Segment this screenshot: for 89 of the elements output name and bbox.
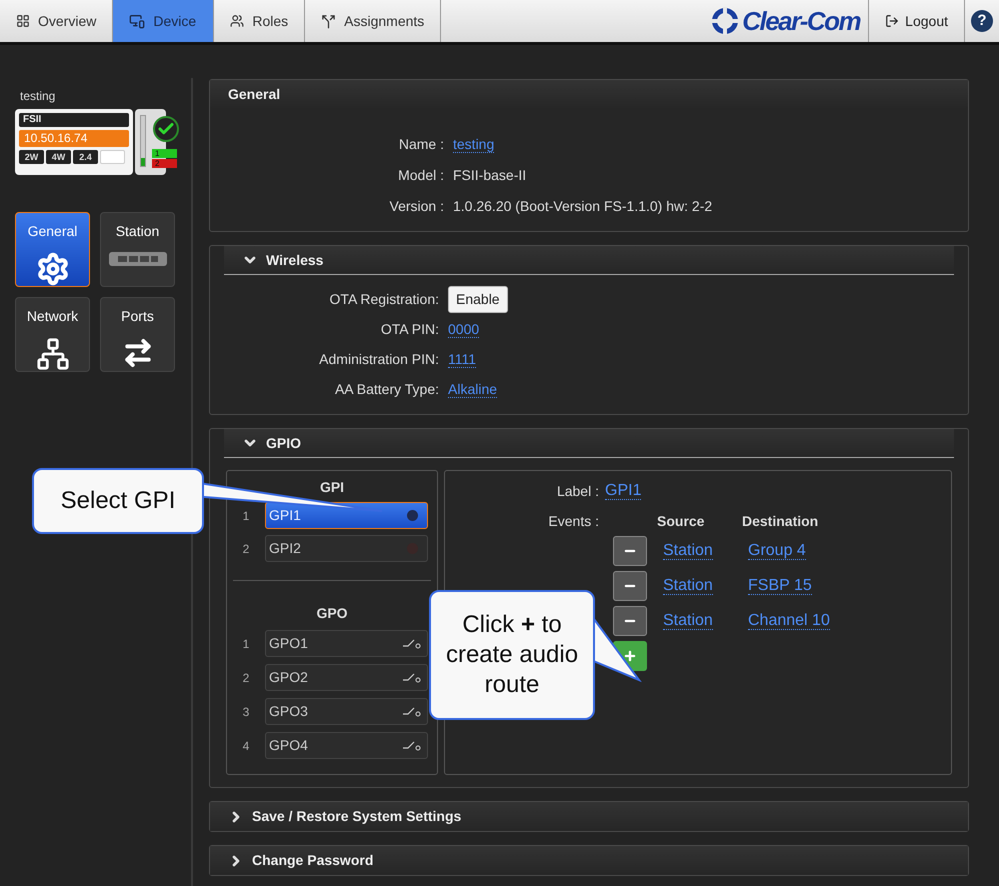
destination-link[interactable]: FSBP 15 xyxy=(748,578,812,594)
nav-tab[interactable]: Assignments xyxy=(305,0,442,42)
row-number: 3 xyxy=(242,704,250,720)
field-label: Version : xyxy=(388,197,445,216)
source-link[interactable]: Station xyxy=(663,542,713,560)
device-name: testing xyxy=(20,88,56,105)
fork-icon xyxy=(321,14,336,28)
row-number: 2 xyxy=(242,670,250,686)
row-number: 1 xyxy=(242,508,250,524)
side-tile[interactable]: General xyxy=(15,212,90,287)
remove-button[interactable] xyxy=(613,606,647,636)
row-number: 1 xyxy=(242,636,250,652)
label-link[interactable]: GPI1 xyxy=(605,482,642,500)
gpo-item[interactable]: GPO3 xyxy=(265,698,428,725)
port-indicator: 2 xyxy=(152,159,177,168)
section-header[interactable]: Wireless xyxy=(224,246,954,275)
gear-icon xyxy=(36,252,70,286)
field-value: 1.0.26.20 (Boot-Version FS-1.1.0) hw: 2-2 xyxy=(453,197,712,216)
led-icon xyxy=(407,510,418,521)
nav-tab[interactable]: Device xyxy=(113,0,214,42)
network-icon xyxy=(36,337,70,371)
row-number: 2 xyxy=(242,540,250,558)
field-value: FSII-base-II xyxy=(453,166,526,185)
field-label: AA Battery Type: xyxy=(334,380,440,399)
field-label: Model : xyxy=(397,166,445,185)
section-title: Save / Restore System Settings xyxy=(252,807,462,826)
switch-icon xyxy=(403,638,421,648)
ip-address: 10.50.16.74 xyxy=(19,130,129,147)
gpo-item[interactable]: GPO2 xyxy=(265,664,428,691)
side-tile[interactable]: Network xyxy=(15,297,90,372)
mode-badge: 2.4 xyxy=(73,150,98,164)
callout-text: Select GPI xyxy=(60,486,176,516)
side-tile[interactable]: Ports xyxy=(100,297,175,372)
section-header[interactable]: GPIO xyxy=(224,429,954,458)
label-caption: Label : xyxy=(556,482,600,500)
field-link[interactable]: testing xyxy=(453,136,494,153)
source-link[interactable]: Station xyxy=(663,577,713,595)
mode-badge: 4W xyxy=(46,150,71,164)
field-label: OTA PIN: xyxy=(380,320,440,339)
remove-button[interactable] xyxy=(613,536,647,566)
device-icon xyxy=(129,13,146,29)
nav-tab[interactable]: Roles xyxy=(214,0,306,42)
section-header[interactable]: Change Password xyxy=(210,846,968,875)
row-number: 4 xyxy=(242,738,250,754)
field-link[interactable]: Alkaline xyxy=(448,381,498,398)
remove-button[interactable] xyxy=(613,571,647,601)
empty-badge xyxy=(100,150,125,164)
field-link[interactable]: 1111 xyxy=(448,351,476,368)
brand-name: Clear-Com xyxy=(742,4,860,38)
plus-icon xyxy=(623,649,637,663)
section-title: Wireless xyxy=(266,250,324,270)
station-icon xyxy=(108,252,166,266)
level-meter xyxy=(140,115,146,167)
side-tile[interactable]: Station xyxy=(100,212,175,287)
gpo-heading: GPO xyxy=(315,604,349,623)
people-icon xyxy=(230,14,244,28)
section-title: Change Password xyxy=(252,851,374,870)
gpo-item[interactable]: GPO1 xyxy=(265,630,428,657)
source-link[interactable]: Station xyxy=(663,612,713,630)
field-label: Administration PIN: xyxy=(318,350,440,369)
mode-badge: 2W xyxy=(19,150,44,164)
logo-icon xyxy=(711,7,740,35)
destination-link[interactable]: Channel 10 xyxy=(748,612,830,630)
section-title: General xyxy=(228,85,280,104)
gpi-item[interactable]: GPI1 xyxy=(265,502,428,529)
gpo-item[interactable]: GPO4 xyxy=(265,732,428,759)
switch-icon xyxy=(403,740,421,750)
switch-icon xyxy=(403,672,421,682)
check-icon xyxy=(153,116,179,142)
callout-text: Click + to create audio route xyxy=(444,610,580,700)
field-link[interactable]: 0000 xyxy=(448,321,480,338)
model-label: FSII xyxy=(19,113,129,127)
field-label: OTA Registration: xyxy=(328,290,440,309)
grid-icon xyxy=(16,14,30,28)
logout-button[interactable]: Logout xyxy=(869,0,965,42)
logout-icon xyxy=(885,14,900,28)
destination-link[interactable]: Group 4 xyxy=(748,542,806,560)
port-indicator: 1 xyxy=(152,149,177,158)
events-caption: Events : xyxy=(547,512,600,530)
gpi-heading: GPI xyxy=(318,478,346,497)
section-title: GPIO xyxy=(266,434,302,452)
switch-icon xyxy=(403,706,421,716)
destination-header: Destination xyxy=(742,512,818,530)
section-header[interactable]: Save / Restore System Settings xyxy=(210,802,968,831)
enable-button[interactable]: Enable xyxy=(448,286,508,313)
field-label: Name : xyxy=(398,135,445,154)
help-button[interactable]: ? xyxy=(971,10,993,32)
gpi-item[interactable]: GPI2 xyxy=(265,535,428,562)
source-header: Source xyxy=(657,512,706,530)
